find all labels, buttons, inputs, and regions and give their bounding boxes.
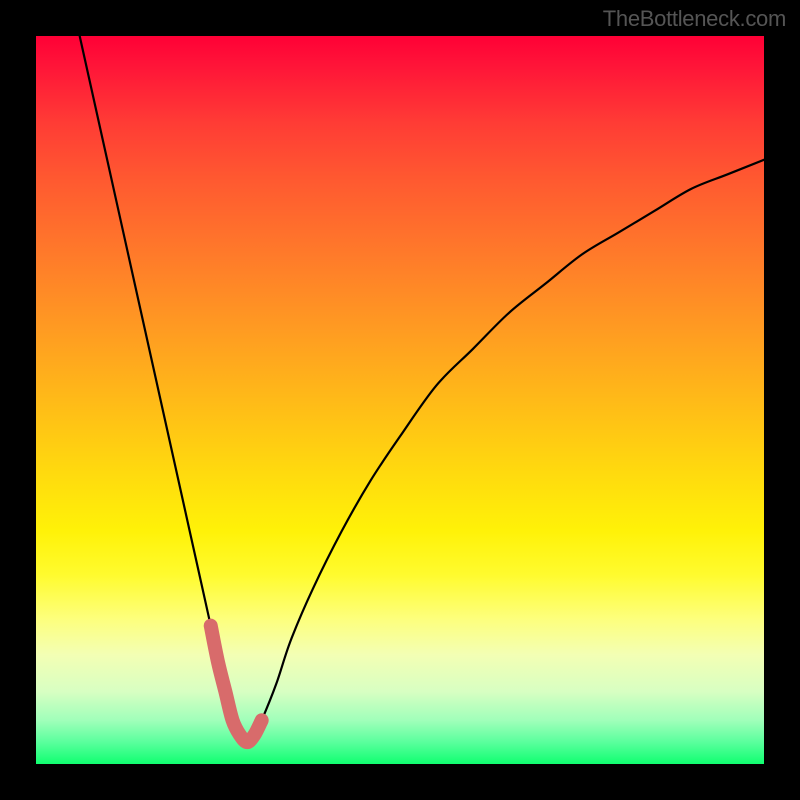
- curve-valley-highlight: [211, 626, 262, 742]
- attribution-text: TheBottleneck.com: [603, 6, 786, 32]
- bottleneck-curve: [36, 36, 764, 764]
- curve-main: [80, 36, 764, 742]
- plot-area: [36, 36, 764, 764]
